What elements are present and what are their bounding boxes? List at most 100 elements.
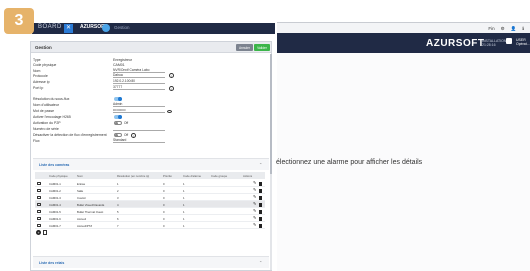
delete-icon[interactable]	[259, 224, 262, 228]
table-row[interactable]: CAM01-3 Couloir 3 0 1 ✎	[35, 194, 265, 201]
cell-prio: 0	[163, 182, 165, 186]
import-icon[interactable]	[43, 230, 47, 235]
cell-prio: 0	[163, 217, 165, 221]
username-input[interactable]: Admin	[113, 102, 165, 107]
cell-alarm: 1	[183, 182, 185, 186]
cell-code: CAM01-6	[49, 217, 61, 221]
p2p-state: Off	[124, 121, 129, 125]
info-icon[interactable]: ℹ	[522, 26, 524, 32]
delete-icon[interactable]	[259, 203, 262, 207]
validate-button[interactable]: Valider	[254, 44, 270, 51]
fin-button[interactable]: Fin	[488, 26, 494, 32]
table-row[interactable]: CAM01-6 Accueil 6 0 1 ✎	[35, 215, 265, 222]
camera-icon	[37, 189, 41, 192]
cell-res: 4	[117, 203, 119, 207]
field-label-serial: Numéro de série	[33, 127, 59, 131]
camera-icon	[37, 217, 41, 220]
camera-icon	[37, 224, 41, 227]
col-actions: Actions	[243, 174, 253, 178]
gestion-dialog: Gestion Annuler Valider Type Enregistreu…	[30, 41, 272, 271]
nav-gestion[interactable]: Gestion	[114, 25, 130, 30]
col-code: Code physique	[49, 174, 68, 178]
table-row[interactable]: CAM01-5 Bullet Thermal Ouest 5 0 1 ✎	[35, 208, 265, 215]
table-row[interactable]: CAM01-7 Accueil/PTZ 7 0 1 ✎	[35, 222, 265, 229]
user-info[interactable]: USER Opérat...	[516, 38, 530, 46]
chevron-up-icon[interactable]: ⌃	[259, 162, 262, 167]
cell-alarm: 1	[183, 203, 185, 207]
clock-text: 21:28:16	[482, 43, 496, 47]
camera-icon	[37, 210, 41, 213]
cell-code: CAM01-4	[49, 203, 61, 207]
cell-alarm: 1	[183, 224, 185, 228]
relays-section-header[interactable]: Liste des relais ⌃	[33, 256, 269, 268]
name-input[interactable]: NVR/Onvif Caméra Labo	[113, 68, 165, 73]
edit-icon[interactable]: ✎	[253, 216, 257, 220]
delete-icon[interactable]	[259, 217, 262, 221]
field-label-password: Mot de passe	[33, 109, 55, 113]
dialog-header: Gestion Annuler Valider	[31, 42, 271, 53]
port-input[interactable]: 37777	[113, 85, 165, 90]
table-row-selected[interactable]: CAM01-4 Bullet Visuel/Clavardé 4 0 1 ✎	[35, 201, 265, 208]
cell-res: 7	[117, 224, 119, 228]
table-row[interactable]: CAM01-2 Salle 2 0 1 ✎	[35, 187, 265, 194]
installation-info: INSTALLATION 21:28:16	[482, 39, 506, 47]
ip-input[interactable]: 192.0.2.100:80	[113, 79, 165, 84]
col-name: Nom	[77, 174, 83, 178]
h265-toggle[interactable]	[114, 115, 122, 119]
cameras-section-title: Liste des caméras	[39, 163, 70, 167]
chevron-up-icon[interactable]: ⌃	[259, 260, 262, 265]
cell-res: 2	[117, 189, 119, 193]
delete-icon[interactable]	[259, 189, 262, 193]
field-label-port: Port Ip	[33, 86, 44, 90]
flux-select[interactable]: Standard	[113, 138, 165, 143]
edit-icon[interactable]: ✎	[253, 223, 257, 227]
code-value[interactable]: CAM01	[113, 63, 125, 67]
show-password-icon[interactable]	[167, 110, 172, 113]
camera-icon	[37, 203, 41, 206]
edit-icon[interactable]: ✎	[253, 181, 257, 185]
cell-prio: 0	[163, 210, 165, 214]
step-badge: 3	[4, 8, 34, 34]
port-info-icon[interactable]: i	[169, 86, 174, 91]
edit-icon[interactable]: ✎	[253, 188, 257, 192]
cell-code: CAM01-1	[49, 182, 61, 186]
screen: Fin ⚙ 👤 ℹ AZURSOFT INSTALLATION 21:28:16…	[0, 0, 530, 271]
close-tab-icon[interactable]: ✕	[64, 24, 73, 33]
stream-detect-toggle[interactable]	[114, 133, 122, 137]
delete-icon[interactable]	[259, 182, 262, 186]
user-icon[interactable]: 👤	[511, 26, 517, 32]
serial-input[interactable]	[113, 126, 165, 131]
cameras-table-header: Code physique Nom Résolution (en nombre …	[35, 172, 265, 179]
edit-icon[interactable]: ✎	[253, 195, 257, 199]
delete-icon[interactable]	[259, 196, 262, 200]
user-avatar-icon[interactable]	[506, 38, 512, 44]
password-input[interactable]: •••••••••••	[113, 108, 165, 113]
cell-alarm: 1	[183, 196, 185, 200]
cell-name: Accueil	[77, 217, 87, 221]
azursoft-logo: AZURSOFT	[426, 38, 485, 49]
delete-icon[interactable]	[259, 210, 262, 214]
cell-alarm: 1	[183, 210, 185, 214]
field-label-substream: Résolution du sous-flux	[33, 97, 70, 101]
cell-name: Bullet Visuel/Clavardé	[77, 203, 105, 207]
azursoft-tab-icon	[102, 24, 110, 32]
cell-name: Bullet Thermal Ouest	[77, 210, 104, 214]
cell-prio: 0	[163, 224, 165, 228]
cameras-section-header[interactable]: Liste des caméras ⌃	[33, 158, 269, 170]
settings-icon[interactable]: ⚙	[501, 26, 505, 32]
p2p-toggle[interactable]	[114, 121, 122, 125]
field-label-ip: Adresse ip	[33, 80, 50, 84]
protocol-select[interactable]: Dahua	[113, 73, 165, 78]
edit-icon[interactable]: ✎	[253, 202, 257, 206]
protocol-info-icon[interactable]: i	[169, 73, 174, 78]
cell-code: CAM01-7	[49, 224, 61, 228]
table-row[interactable]: CAM01-1 Entrée 1 0 1 ✎	[35, 180, 265, 187]
edit-icon[interactable]: ✎	[253, 209, 257, 213]
field-label-name: Nom	[33, 69, 41, 73]
camera-icon	[37, 196, 41, 199]
dialog-scroll-thumb[interactable]	[270, 54, 272, 174]
cancel-button[interactable]: Annuler	[236, 44, 253, 51]
cell-res: 1	[117, 182, 119, 186]
add-camera-icon[interactable]: +	[36, 230, 41, 235]
substream-toggle[interactable]	[114, 97, 122, 101]
